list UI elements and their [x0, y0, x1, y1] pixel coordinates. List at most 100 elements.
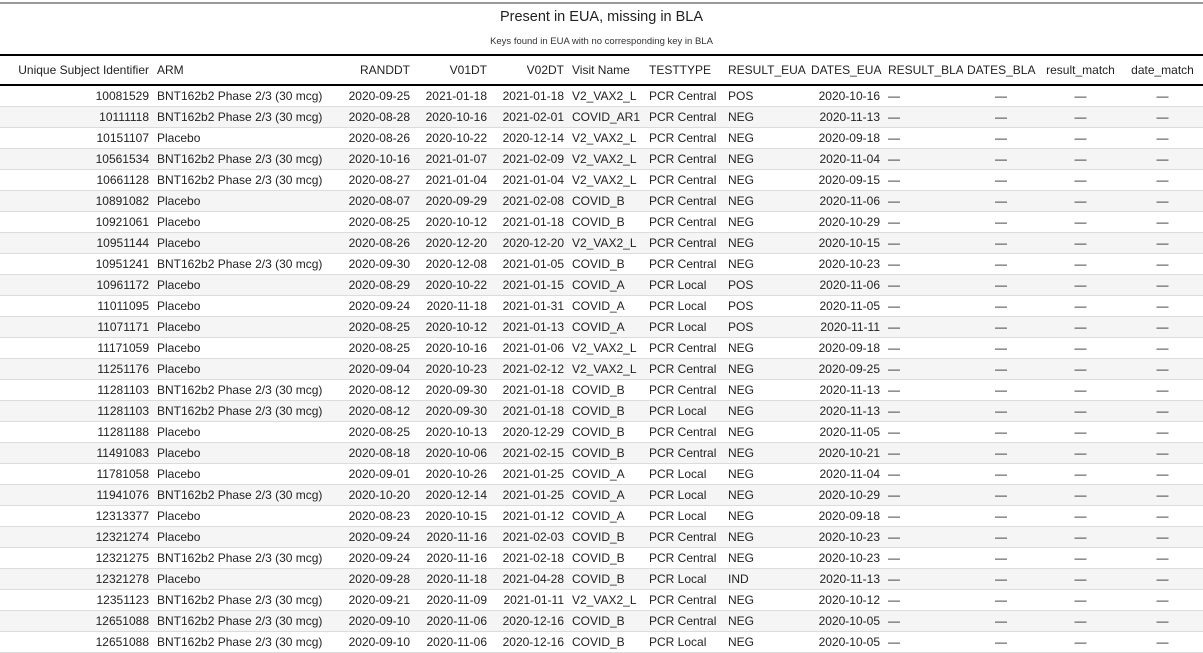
- arm-cell: Placebo: [157, 445, 201, 460]
- dates-eua-cell: 2020-10-15: [818, 235, 880, 250]
- visit-name-cell: COVID_B: [572, 445, 625, 460]
- date-match-cell: —: [1156, 361, 1169, 376]
- table-row[interactable]: 12351123 BNT162b2 Phase 2/3 (30 mcg) 2020-…: [0, 589, 1203, 610]
- result-bla-cell: —: [888, 151, 900, 166]
- dates-eua-cell: 2020-10-29: [818, 214, 880, 229]
- v02dt-cell: 2020-12-16: [502, 613, 564, 628]
- result-match-cell: —: [1074, 88, 1087, 103]
- col-header-randdt[interactable]: RANDDT: [325, 54, 414, 86]
- table-row[interactable]: 11781058 Placebo 2020-09-01 2020-10-26 2021-…: [0, 463, 1203, 484]
- randdt-cell: 2020-10-16: [348, 151, 410, 166]
- testtype-cell: PCR Central: [649, 193, 717, 208]
- top-rule: [0, 2, 1203, 4]
- col-header-result-match[interactable]: result_match: [1039, 54, 1122, 86]
- table-row[interactable]: 10921061 Placebo 2020-08-25 2020-10-12 2021-…: [0, 211, 1203, 232]
- v02dt-cell: 2021-04-28: [502, 571, 564, 586]
- result-bla-cell: —: [888, 235, 900, 250]
- table-row[interactable]: 10081529 BNT162b2 Phase 2/3 (30 mcg) 2020-…: [0, 85, 1203, 106]
- table-row[interactable]: 12321274 Placebo 2020-09-24 2020-11-16 2021-…: [0, 526, 1203, 547]
- col-header-testtype[interactable]: TESTTYPE: [645, 54, 724, 86]
- randdt-cell: 2020-08-23: [348, 508, 410, 523]
- dates-bla-cell: —: [995, 508, 1007, 523]
- v02dt-cell: 2021-02-15: [502, 445, 564, 460]
- v02dt-cell: 2021-02-03: [502, 529, 564, 544]
- col-header-visit-name[interactable]: Visit Name: [568, 54, 645, 86]
- table-row[interactable]: 10661128 BNT162b2 Phase 2/3 (30 mcg) 2020-…: [0, 169, 1203, 190]
- table-row[interactable]: 12651088 BNT162b2 Phase 2/3 (30 mcg) 2020-…: [0, 631, 1203, 652]
- arm-cell: BNT162b2 Phase 2/3 (30 mcg): [157, 172, 323, 187]
- testtype-cell: PCR Central: [649, 592, 717, 607]
- table-row[interactable]: 12321275 BNT162b2 Phase 2/3 (30 mcg) 2020-…: [0, 547, 1203, 568]
- result-bla-cell: —: [888, 445, 900, 460]
- table-row[interactable]: 10561534 BNT162b2 Phase 2/3 (30 mcg) 2020-…: [0, 148, 1203, 169]
- result-match-cell: —: [1074, 361, 1087, 376]
- table-row[interactable]: 10951241 BNT162b2 Phase 2/3 (30 mcg) 2020-…: [0, 253, 1203, 274]
- date-match-cell: —: [1156, 571, 1169, 586]
- subject-id-cell: 10081529: [95, 88, 149, 103]
- col-header-subject-id[interactable]: Unique Subject Identifier: [0, 54, 153, 86]
- result-match-cell: —: [1074, 109, 1087, 124]
- dates-bla-cell: —: [995, 550, 1007, 565]
- arm-cell: Placebo: [157, 508, 201, 523]
- dates-bla-cell: —: [995, 214, 1007, 229]
- col-header-date-match[interactable]: date_match: [1122, 54, 1203, 86]
- result-eua-cell: NEG: [728, 214, 755, 229]
- result-bla-cell: —: [888, 130, 900, 145]
- table-row[interactable]: 11011095 Placebo 2020-09-24 2020-11-18 2021-…: [0, 295, 1203, 316]
- col-header-dates-bla[interactable]: DATES_BLA: [963, 54, 1039, 86]
- result-match-cell: —: [1074, 592, 1087, 607]
- result-bla-cell: —: [888, 634, 900, 649]
- table-row[interactable]: 10151107 Placebo 2020-08-26 2020-10-22 2020-…: [0, 127, 1203, 148]
- table-row[interactable]: 11491083 Placebo 2020-08-18 2020-10-06 2021-…: [0, 442, 1203, 463]
- subject-id-cell: 11071171: [97, 319, 149, 334]
- v01dt-cell: 2020-10-16: [425, 109, 487, 124]
- table-row[interactable]: 11281103 BNT162b2 Phase 2/3 (30 mcg) 2020-…: [0, 379, 1203, 400]
- randdt-cell: 2020-08-29: [348, 277, 410, 292]
- col-header-result-bla[interactable]: RESULT_BLA: [884, 54, 963, 86]
- table-row[interactable]: 12313377 Placebo 2020-08-23 2020-10-15 2021-…: [0, 505, 1203, 526]
- table-row[interactable]: 11281188 Placebo 2020-08-25 2020-10-13 2020-…: [0, 421, 1203, 442]
- subject-id-cell: 12313377: [95, 508, 149, 523]
- table-row[interactable]: 11071171 Placebo 2020-08-25 2020-10-12 2021-…: [0, 316, 1203, 337]
- table-row[interactable]: 12321278 Placebo 2020-09-28 2020-11-18 2021-…: [0, 568, 1203, 589]
- table-row[interactable]: 11171059 Placebo 2020-08-25 2020-10-16 2021-…: [0, 337, 1203, 358]
- col-header-arm[interactable]: ARM: [153, 54, 325, 86]
- col-header-dates-eua[interactable]: DATES_EUA: [807, 54, 884, 86]
- subject-id-cell: 11281188: [97, 424, 149, 439]
- subject-id-cell: 11171059: [97, 340, 149, 355]
- v01dt-cell: 2020-10-15: [425, 508, 487, 523]
- date-match-cell: —: [1156, 466, 1169, 481]
- table-row[interactable]: 11941076 BNT162b2 Phase 2/3 (30 mcg) 2020-…: [0, 484, 1203, 505]
- table-row[interactable]: 12651088 BNT162b2 Phase 2/3 (30 mcg) 2020-…: [0, 610, 1203, 631]
- visit-name-cell: V2_VAX2_L: [572, 235, 637, 250]
- table-row[interactable]: 10951144 Placebo 2020-08-26 2020-12-20 2020-…: [0, 232, 1203, 253]
- subject-id-cell: 11251176: [97, 361, 149, 376]
- subject-id-cell: 12321278: [95, 571, 149, 586]
- v01dt-cell: 2020-10-12: [425, 214, 487, 229]
- testtype-cell: PCR Central: [649, 361, 717, 376]
- col-header-v02dt[interactable]: V02DT: [491, 54, 568, 86]
- table-row[interactable]: 10111118 BNT162b2 Phase 2/3 (30 mcg) 2020-…: [0, 106, 1203, 127]
- table-row[interactable]: 10891082 Placebo 2020-08-07 2020-09-29 2021-…: [0, 190, 1203, 211]
- dates-eua-cell: 2020-10-05: [818, 634, 880, 649]
- dates-eua-cell: 2020-10-12: [818, 592, 880, 607]
- date-match-cell: —: [1156, 403, 1169, 418]
- col-header-v01dt[interactable]: V01DT: [414, 54, 491, 86]
- randdt-cell: 2020-08-12: [348, 403, 410, 418]
- v01dt-cell: 2020-11-06: [426, 613, 488, 628]
- result-bla-cell: —: [888, 613, 900, 628]
- testtype-cell: PCR Local: [649, 487, 707, 502]
- result-match-cell: —: [1074, 529, 1087, 544]
- v02dt-cell: 2021-01-13: [502, 319, 564, 334]
- col-header-result-eua[interactable]: RESULT_EUA: [724, 54, 807, 86]
- date-match-cell: —: [1156, 424, 1169, 439]
- date-match-cell: —: [1156, 634, 1169, 649]
- table-row[interactable]: 11281103 BNT162b2 Phase 2/3 (30 mcg) 2020-…: [0, 400, 1203, 421]
- result-match-cell: —: [1074, 382, 1087, 397]
- date-match-cell: —: [1156, 130, 1169, 145]
- result-eua-cell: NEG: [728, 382, 755, 397]
- dates-eua-cell: 2020-10-23: [818, 256, 880, 271]
- testtype-cell: PCR Central: [649, 613, 717, 628]
- table-row[interactable]: 10961172 Placebo 2020-08-29 2020-10-22 2021-…: [0, 274, 1203, 295]
- table-row[interactable]: 11251176 Placebo 2020-09-04 2020-10-23 2021-…: [0, 358, 1203, 379]
